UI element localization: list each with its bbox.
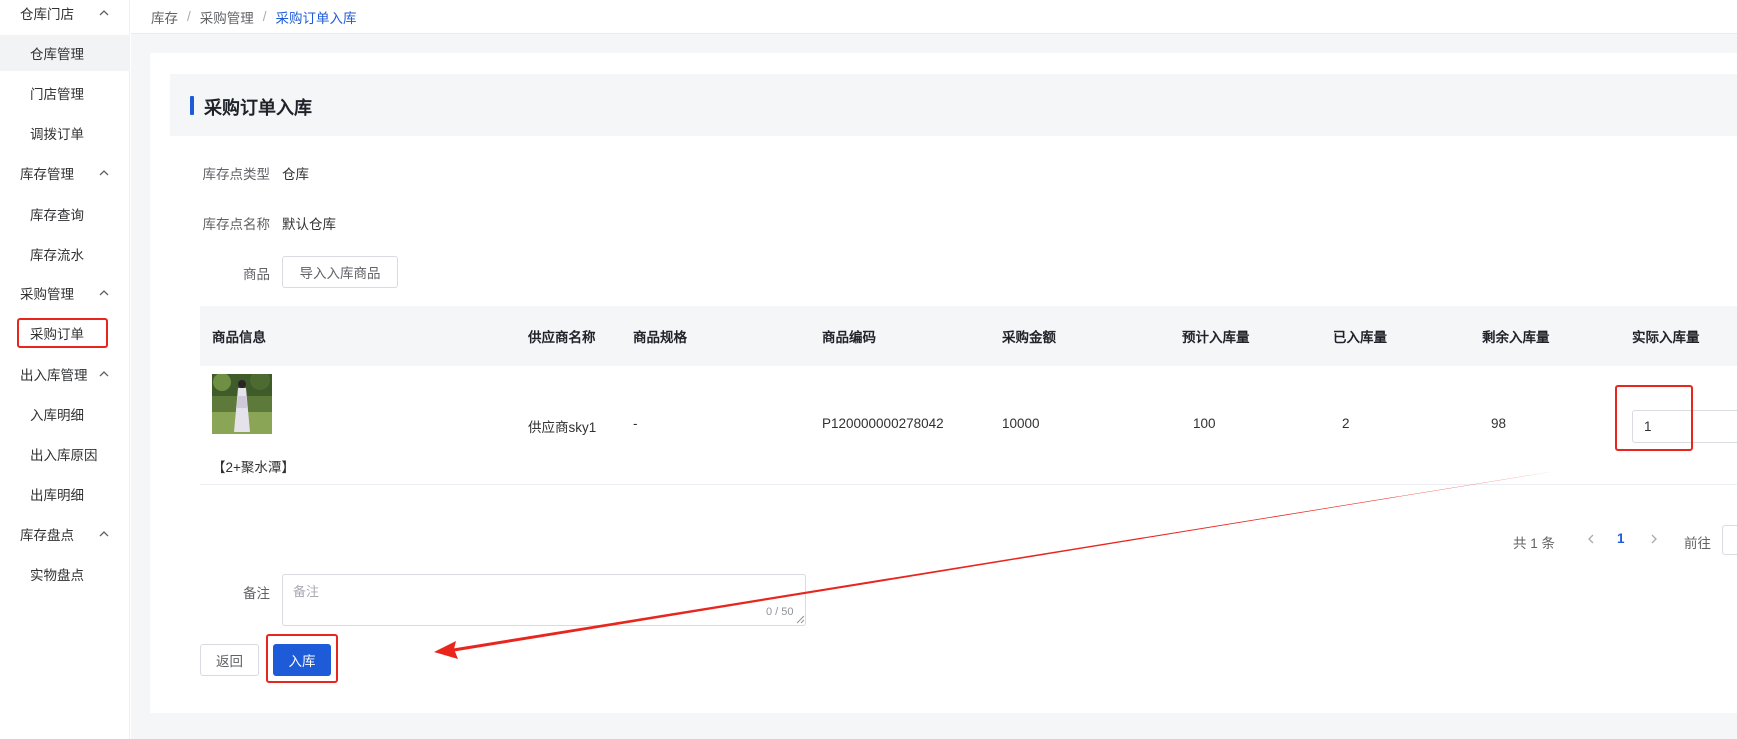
column-header-remaining-qty: 剩余入库量 (1482, 330, 1550, 345)
product-name: 【2+聚水潭】 (212, 460, 295, 475)
sidebar-group-label: 仓库门店 (20, 7, 74, 22)
sidebar-item-purchase-orders[interactable]: 采购订单 (0, 315, 130, 351)
remark-textarea[interactable] (282, 574, 806, 626)
sidebar-item-label: 库存流水 (30, 248, 84, 263)
column-header-expected-qty: 预计入库量 (1182, 330, 1250, 345)
app-window: 仓库门店 仓库管理 门店管理 调拨订单 库存管理 库存查询 库存流水 采购管理 … (0, 0, 1737, 739)
sidebar-group-warehouse-store[interactable]: 仓库门店 (0, 0, 130, 31)
back-button[interactable]: 返回 (200, 644, 259, 676)
chevron-up-icon (99, 170, 109, 176)
chevron-up-icon (99, 10, 109, 16)
chevron-up-icon (99, 531, 109, 537)
column-header-code: 商品编码 (822, 330, 876, 345)
sidebar-group-stock-in-out-management[interactable]: 出入库管理 (0, 356, 130, 392)
page-header (170, 74, 1737, 136)
submit-stock-in-button[interactable]: 入库 (273, 644, 331, 676)
import-goods-button[interactable]: 导入入库商品 (282, 256, 398, 288)
cell-expected-qty: 100 (1193, 416, 1216, 431)
sidebar-group-label: 库存管理 (20, 167, 74, 182)
chevron-up-icon (99, 371, 109, 377)
column-header-supplier: 供应商名称 (528, 330, 596, 345)
column-header-received-qty: 已入库量 (1333, 330, 1387, 345)
stock-point-type-value: 仓库 (282, 167, 309, 182)
sidebar-group-inventory-management[interactable]: 库存管理 (0, 155, 130, 191)
stock-point-name-value: 默认仓库 (282, 217, 336, 232)
breadcrumb-separator: / (187, 9, 191, 24)
column-header-actual-qty: 实际入库量 (1632, 330, 1700, 345)
resize-grip-icon[interactable] (795, 614, 805, 624)
sidebar-group-stocktaking[interactable]: 库存盘点 (0, 516, 130, 552)
sidebar-item-warehouse-management[interactable]: 仓库管理 (0, 35, 130, 71)
sidebar-item-label: 采购订单 (30, 327, 84, 342)
sidebar-item-stock-in-out-reasons[interactable]: 出入库原因 (0, 436, 130, 472)
breadcrumb-item-current: 采购订单入库 (275, 10, 357, 26)
cell-code: P120000000278042 (822, 416, 944, 431)
remark-label: 备注 (243, 586, 270, 601)
sidebar-item-store-management[interactable]: 门店管理 (0, 75, 130, 111)
sidebar-item-inventory-query[interactable]: 库存查询 (0, 196, 130, 232)
table-row-divider (200, 484, 1737, 485)
sidebar: 仓库门店 仓库管理 门店管理 调拨订单 库存管理 库存查询 库存流水 采购管理 … (0, 0, 130, 739)
pagination-goto-label: 前往 (1684, 536, 1711, 551)
sidebar-item-physical-count[interactable]: 实物盘点 (0, 556, 130, 592)
cell-received-qty: 2 (1342, 416, 1350, 431)
title-accent-bar (190, 96, 194, 115)
page-title: 采购订单入库 (204, 98, 312, 118)
cell-supplier: 供应商sky1 (528, 420, 597, 435)
breadcrumb-separator: / (262, 9, 267, 24)
column-header-spec: 商品规格 (633, 330, 687, 345)
sidebar-item-inventory-flow[interactable]: 库存流水 (0, 236, 130, 272)
sidebar-item-label: 调拨订单 (30, 127, 84, 142)
sidebar-group-purchase-management[interactable]: 采购管理 (0, 275, 130, 311)
sidebar-group-label: 出入库管理 (20, 368, 88, 383)
cell-spec: - (633, 416, 638, 431)
pagination-total: 共 1 条 (1513, 536, 1556, 551)
sidebar-item-transfer-orders[interactable]: 调拨订单 (0, 115, 130, 151)
column-header-amount: 采购金额 (1002, 330, 1056, 345)
remark-char-counter: 0 / 50 (766, 606, 794, 618)
breadcrumb: 库存 / 采购管理 / 采购订单入库 (131, 0, 1737, 34)
sidebar-group-label: 库存盘点 (20, 528, 74, 543)
stock-point-name-label: 库存点名称 (202, 217, 271, 232)
breadcrumb-item-purchase-management[interactable]: 采购管理 (200, 7, 254, 27)
chevron-right-icon[interactable] (1647, 531, 1661, 547)
actual-qty-input[interactable] (1632, 410, 1737, 443)
column-header-product-info: 商品信息 (212, 330, 266, 345)
chevron-up-icon (99, 290, 109, 296)
sidebar-item-stock-in-details[interactable]: 入库明细 (0, 396, 130, 432)
sidebar-item-label: 出入库原因 (30, 448, 98, 463)
goods-label: 商品 (243, 267, 270, 282)
stock-point-type-label: 库存点类型 (202, 167, 271, 182)
pagination-page-1[interactable]: 1 (1617, 531, 1625, 546)
pagination-goto-input[interactable] (1722, 525, 1737, 555)
sidebar-item-label: 门店管理 (30, 87, 84, 102)
chevron-left-icon[interactable] (1584, 531, 1598, 547)
product-thumbnail (212, 374, 272, 434)
sidebar-item-stock-out-details[interactable]: 出库明细 (0, 476, 130, 512)
sidebar-item-label: 仓库管理 (30, 47, 84, 62)
cell-amount: 10000 (1002, 416, 1040, 431)
sidebar-item-label: 库存查询 (30, 208, 84, 223)
sidebar-group-label: 采购管理 (20, 287, 74, 302)
sidebar-item-label: 入库明细 (30, 408, 84, 423)
sidebar-item-label: 实物盘点 (30, 568, 84, 583)
sidebar-item-label: 出库明细 (30, 488, 84, 503)
cell-remaining-qty: 98 (1491, 416, 1507, 431)
breadcrumb-item-inventory[interactable]: 库存 (151, 7, 178, 27)
